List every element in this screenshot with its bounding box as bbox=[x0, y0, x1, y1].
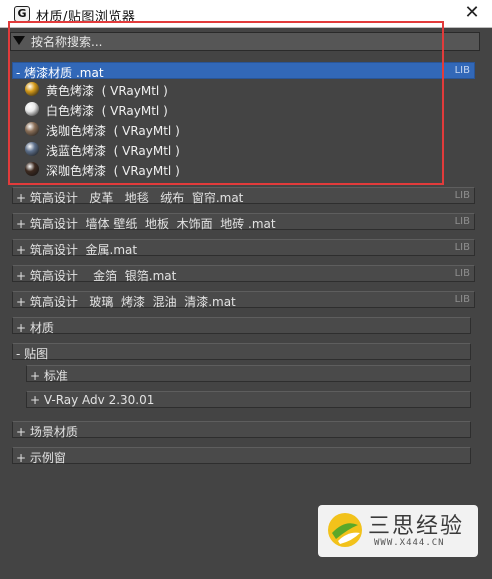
lib-badge: LIB bbox=[454, 242, 470, 253]
category-leather-carpet[interactable]: + 筑高设计 皮革 地毯 绒布 窗帘.mat LIB bbox=[12, 187, 475, 205]
watermark-text: 三思经验 bbox=[368, 514, 465, 539]
material-sphere-icon bbox=[25, 162, 39, 176]
maps-standard[interactable]: + 标准 bbox=[26, 365, 471, 383]
app-logo-icon: G bbox=[14, 6, 30, 22]
maps-vray-adv[interactable]: + V-Ray Adv 2.30.01 bbox=[26, 391, 471, 408]
subcategory-label: + 标准 bbox=[30, 369, 68, 383]
category-label: - 贴图 bbox=[16, 347, 49, 361]
material-label: 浅咖色烤漆 ( VRayMtl ) bbox=[46, 124, 180, 138]
lib-badge: LIB bbox=[454, 216, 470, 227]
search-input[interactable] bbox=[31, 33, 476, 50]
material-item[interactable]: 黄色烤漆 ( VRayMtl ) bbox=[22, 80, 452, 99]
search-bar bbox=[10, 32, 480, 51]
category-metal[interactable]: + 筑高设计 金属.mat LIB bbox=[12, 239, 475, 257]
filter-dropdown-icon[interactable] bbox=[13, 36, 25, 45]
close-button[interactable]: ✕ bbox=[462, 3, 482, 23]
lib-badge: LIB bbox=[454, 65, 470, 76]
category-label: + 示例窗 bbox=[16, 451, 66, 465]
category-gold-silver-foil[interactable]: + 筑高设计 金箔 银箔.mat LIB bbox=[12, 265, 475, 283]
category-label: + 材质 bbox=[16, 321, 54, 335]
material-label: 浅蓝色烤漆 ( VRayMtl ) bbox=[46, 144, 180, 158]
watermark-logo-icon bbox=[328, 513, 362, 547]
material-sphere-icon bbox=[25, 122, 39, 136]
material-label: 深咖色烤漆 ( VRayMtl ) bbox=[46, 164, 180, 178]
material-item[interactable]: 浅咖色烤漆 ( VRayMtl ) bbox=[22, 120, 452, 139]
category-lacquer-materials[interactable]: - 烤漆材质 .mat LIB bbox=[12, 62, 475, 80]
material-label: 白色烤漆 ( VRayMtl ) bbox=[46, 104, 168, 118]
category-scene-materials[interactable]: + 场景材质 bbox=[12, 421, 471, 439]
category-glass-lacquer[interactable]: + 筑高设计 玻璃 烤漆 混油 清漆.mat LIB bbox=[12, 291, 475, 309]
watermark-url: WWW.X444.CN bbox=[374, 538, 445, 548]
category-label: + 筑高设计 皮革 地毯 绒布 窗帘.mat bbox=[16, 191, 244, 205]
title-bar: G 材质/贴图浏览器 ✕ bbox=[0, 0, 492, 28]
category-label: + 场景材质 bbox=[16, 425, 78, 439]
category-maps[interactable]: - 贴图 bbox=[12, 343, 471, 361]
window-title: 材质/贴图浏览器 bbox=[36, 10, 136, 25]
category-label: - 烤漆材质 .mat bbox=[16, 66, 104, 80]
category-label: + 筑高设计 玻璃 烤漆 混油 清漆.mat bbox=[16, 295, 236, 309]
lib-badge: LIB bbox=[454, 268, 470, 279]
material-item[interactable]: 深咖色烤漆 ( VRayMtl ) bbox=[22, 160, 452, 179]
material-item[interactable]: 浅蓝色烤漆 ( VRayMtl ) bbox=[22, 140, 452, 159]
material-sphere-icon bbox=[25, 142, 39, 156]
category-sample-slots[interactable]: + 示例窗 bbox=[12, 447, 471, 465]
material-sphere-icon bbox=[25, 82, 39, 96]
material-sphere-icon bbox=[25, 102, 39, 116]
category-label: + 筑高设计 金箔 银箔.mat bbox=[16, 269, 177, 283]
lib-badge: LIB bbox=[454, 190, 470, 201]
watermark: 三思经验 WWW.X444.CN bbox=[318, 505, 478, 557]
lib-badge: LIB bbox=[454, 294, 470, 305]
category-label: + 筑高设计 墙体 壁纸 地板 木饰面 地砖 .mat bbox=[16, 217, 276, 231]
material-item[interactable]: 白色烤漆 ( VRayMtl ) bbox=[22, 100, 452, 119]
category-label: + 筑高设计 金属.mat bbox=[16, 243, 138, 257]
category-materials[interactable]: + 材质 bbox=[12, 317, 471, 335]
category-wall-floor[interactable]: + 筑高设计 墙体 壁纸 地板 木饰面 地砖 .mat LIB bbox=[12, 213, 475, 231]
subcategory-label: + V-Ray Adv 2.30.01 bbox=[30, 393, 155, 407]
material-label: 黄色烤漆 ( VRayMtl ) bbox=[46, 84, 168, 98]
